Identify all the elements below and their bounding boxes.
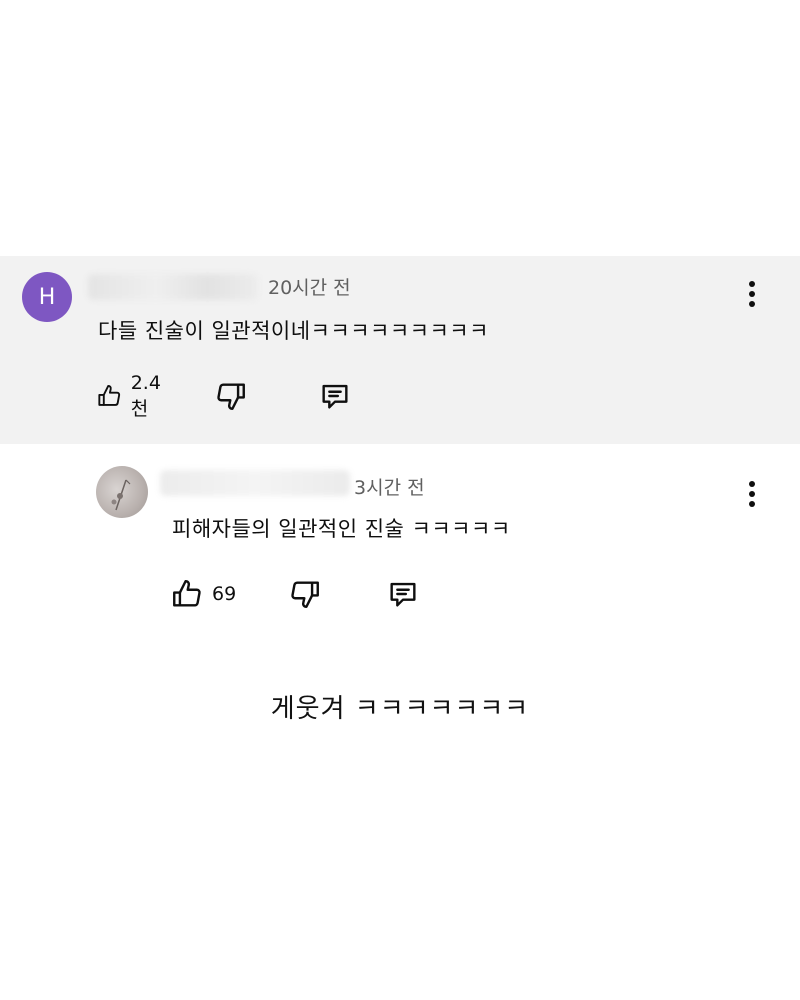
- avatar[interactable]: H: [22, 272, 72, 322]
- comment-thread-1: H 20시간 전 다들 진술이 일관적이네ㅋㅋㅋㅋㅋㅋㅋㅋㅋ 2.4천: [0, 256, 800, 444]
- thumbs-up-icon: [98, 385, 121, 406]
- avatar[interactable]: [96, 466, 148, 518]
- like-count: 69: [212, 583, 237, 605]
- thumbs-up-icon: [173, 580, 201, 607]
- reply-button[interactable]: [386, 574, 420, 614]
- comment-thread-2: 3시간 전 피해자들의 일관적인 진술 ㅋㅋㅋㅋㅋ 69: [0, 444, 800, 644]
- comment-text: 피해자들의 일관적인 진술 ㅋㅋㅋㅋㅋ: [172, 517, 511, 541]
- dislike-button[interactable]: [288, 574, 322, 614]
- more-vert-icon: [749, 481, 755, 507]
- like-button[interactable]: 2.4천: [96, 372, 168, 420]
- author-name-redacted[interactable]: [160, 470, 350, 496]
- comment-text: 다들 진술이 일관적이네ㅋㅋㅋㅋㅋㅋㅋㅋㅋ: [98, 319, 489, 343]
- comment-timestamp: 3시간 전: [354, 477, 425, 499]
- like-button[interactable]: 69: [170, 574, 236, 614]
- caption-text: 게웃겨 ㅋㅋㅋㅋㅋㅋㅋ: [270, 694, 530, 724]
- comment-timestamp: 20시간 전: [268, 277, 351, 299]
- reply-button[interactable]: [318, 376, 352, 416]
- thumbs-down-icon: [217, 383, 245, 410]
- more-options-button[interactable]: [740, 474, 764, 514]
- more-options-button[interactable]: [740, 274, 764, 314]
- like-count: 2.4천: [130, 371, 161, 420]
- reply-icon: [322, 384, 348, 409]
- thumbs-down-icon: [291, 581, 319, 608]
- reply-icon: [390, 582, 416, 607]
- dislike-button[interactable]: [214, 376, 248, 416]
- avatar-initial: H: [38, 284, 56, 310]
- author-name-redacted[interactable]: [88, 274, 258, 300]
- more-vert-icon: [749, 281, 755, 307]
- avatar-photo-icon: [111, 479, 131, 511]
